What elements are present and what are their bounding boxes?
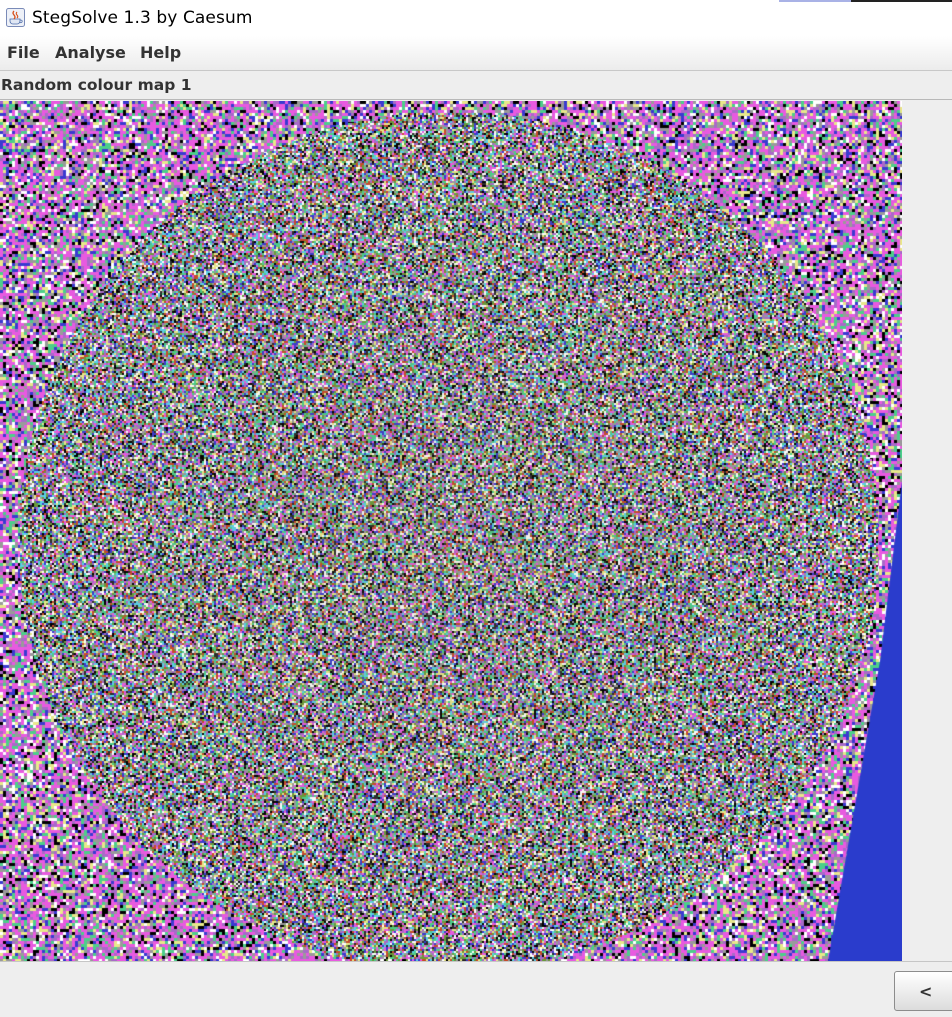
titlebar-accent-dark — [851, 0, 952, 2]
previous-button-label: < — [919, 982, 933, 1001]
filtered-image — [0, 101, 902, 961]
view-mode-label: Random colour map 1 — [1, 76, 192, 94]
image-viewport[interactable] — [0, 99, 952, 962]
java-cup-icon — [6, 8, 25, 27]
menu-help[interactable]: Help — [140, 43, 181, 62]
menu-file[interactable]: File — [7, 43, 40, 62]
titlebar-accent — [779, 0, 851, 2]
main-panel: Random colour map 1 < — [0, 71, 952, 1017]
title-bar: StegSolve 1.3 by Caesum — [0, 0, 952, 36]
previous-button[interactable]: < — [894, 971, 952, 1011]
menu-analyse[interactable]: Analyse — [55, 43, 126, 62]
window-title: StegSolve 1.3 by Caesum — [32, 8, 253, 28]
bottom-divider — [0, 961, 952, 962]
menu-bar: File Analyse Help — [0, 36, 952, 71]
